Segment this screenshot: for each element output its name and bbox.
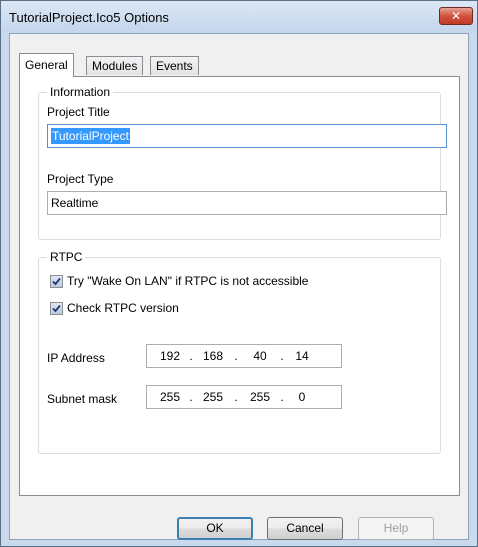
subnet-separator: . bbox=[189, 390, 193, 404]
subnet-separator: . bbox=[234, 390, 238, 404]
project-title-value: TutorialProject bbox=[51, 128, 130, 144]
project-title-label: Project Title bbox=[47, 105, 110, 119]
subnet-octet-3[interactable]: 255 bbox=[245, 390, 275, 404]
ip-separator: . bbox=[234, 349, 238, 363]
subnet-separator: . bbox=[280, 390, 284, 404]
ok-button[interactable]: OK bbox=[177, 517, 253, 540]
checkmark-icon bbox=[52, 304, 61, 313]
ip-octet-1[interactable]: 192 bbox=[155, 349, 185, 363]
ip-address-label: IP Address bbox=[47, 351, 105, 365]
check-version-checkbox[interactable] bbox=[50, 302, 63, 315]
close-icon: ✕ bbox=[450, 9, 462, 23]
wake-on-lan-checkbox[interactable] bbox=[50, 275, 63, 288]
close-button[interactable]: ✕ bbox=[439, 7, 473, 25]
wake-on-lan-label[interactable]: Try "Wake On LAN" if RTPC is not accessi… bbox=[67, 274, 308, 288]
subnet-mask-input[interactable]: 255 . 255 . 255 . 0 bbox=[146, 385, 342, 409]
window-title: TutorialProject.Ico5 Options bbox=[9, 10, 169, 25]
check-version-label[interactable]: Check RTPC version bbox=[67, 301, 179, 315]
rtpc-legend: RTPC bbox=[47, 250, 86, 264]
ip-octet-4[interactable]: 14 bbox=[287, 349, 317, 363]
tab-events[interactable]: Events bbox=[150, 56, 199, 75]
help-button[interactable]: Help bbox=[358, 517, 434, 540]
tab-modules-label: Modules bbox=[92, 59, 138, 73]
subnet-octet-1[interactable]: 255 bbox=[155, 390, 185, 404]
ip-address-input[interactable]: 192 . 168 . 40 . 14 bbox=[146, 344, 342, 368]
information-group: Information Project Title TutorialProjec… bbox=[38, 85, 447, 240]
information-legend: Information bbox=[47, 85, 114, 99]
subnet-octet-2[interactable]: 255 bbox=[198, 390, 228, 404]
tab-modules[interactable]: Modules bbox=[86, 56, 144, 75]
project-type-value: Realtime bbox=[51, 196, 99, 210]
project-type-label: Project Type bbox=[47, 172, 114, 186]
project-type-input[interactable]: Realtime bbox=[47, 191, 447, 215]
tab-general[interactable]: General bbox=[19, 53, 74, 77]
ip-separator: . bbox=[189, 349, 193, 363]
title-bar[interactable]: TutorialProject.Ico5 Options ✕ bbox=[1, 1, 477, 33]
general-tab-panel: Information Project Title TutorialProjec… bbox=[19, 76, 460, 496]
ip-separator: . bbox=[280, 349, 284, 363]
tab-general-label: General bbox=[25, 58, 68, 72]
project-title-input[interactable]: TutorialProject bbox=[47, 124, 447, 148]
subnet-mask-label: Subnet mask bbox=[47, 392, 118, 406]
dialog-client-area: General Modules Events Information Proje… bbox=[9, 33, 469, 540]
cancel-button[interactable]: Cancel bbox=[267, 517, 343, 540]
ip-octet-3[interactable]: 40 bbox=[245, 349, 275, 363]
tab-events-label: Events bbox=[156, 59, 193, 73]
rtpc-group: RTPC Try "Wake On LAN" if RTPC is not ac… bbox=[38, 250, 441, 454]
checkmark-icon bbox=[52, 277, 61, 286]
subnet-octet-4[interactable]: 0 bbox=[287, 390, 317, 404]
options-dialog: TutorialProject.Ico5 Options ✕ General M… bbox=[0, 0, 478, 547]
ip-octet-2[interactable]: 168 bbox=[198, 349, 228, 363]
